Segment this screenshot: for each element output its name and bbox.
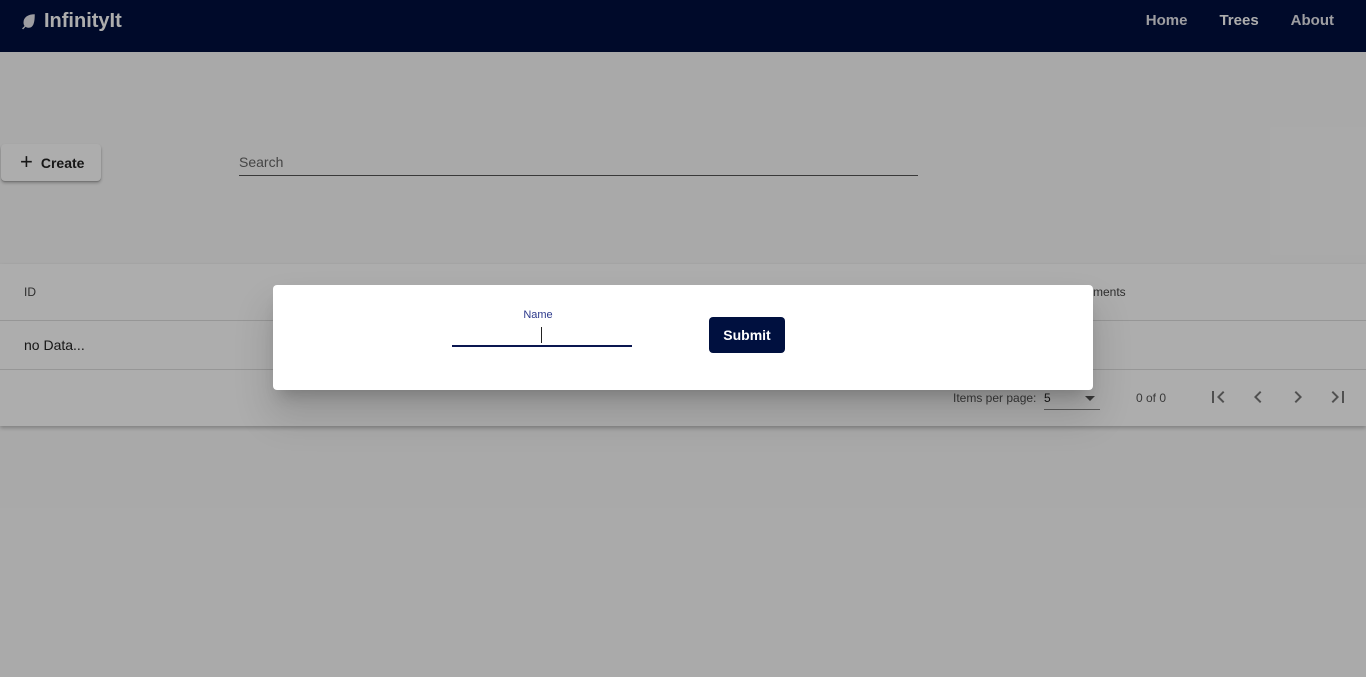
name-field-label: Name (523, 309, 553, 321)
create-tree-dialog: Name Submit (273, 285, 1093, 390)
text-cursor (541, 327, 542, 343)
submit-button[interactable]: Submit (709, 317, 785, 353)
name-input[interactable] (452, 323, 632, 347)
name-field: Name (452, 309, 632, 349)
